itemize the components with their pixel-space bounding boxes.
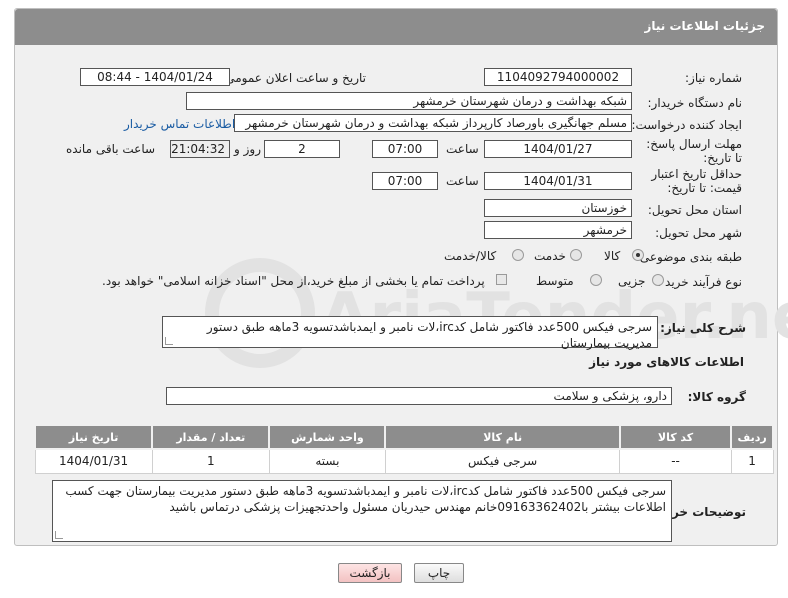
cell-qty: 1	[151, 448, 270, 474]
process-label: نوع فرآیند خرید :	[657, 275, 742, 289]
cell-code: --	[619, 448, 732, 474]
process-radio-medium[interactable]	[590, 274, 602, 286]
col-row: ردیف	[730, 424, 774, 450]
cell-row: 1	[730, 448, 774, 474]
days-label: روز و	[234, 142, 261, 156]
deadline-time-field[interactable]: 07:00	[372, 140, 438, 158]
deadline-date-field[interactable]: 1404/01/27	[484, 140, 632, 158]
category-radio-both[interactable]	[512, 249, 524, 261]
price-validity-label: حداقل تاریخ اعتبار قیمت: تا تاریخ:	[651, 167, 742, 195]
category-option-both: کالا/خدمت	[444, 249, 497, 263]
days-field[interactable]: 2	[264, 140, 340, 158]
price-validity-time-label: ساعت	[446, 174, 479, 188]
cell-unit: بسته	[268, 448, 386, 474]
creator-field[interactable]: مسلم جهانگیری باورصاد کارپرداز شبکه بهدا…	[234, 114, 632, 132]
category-label: طبقه بندی موضوعی:	[635, 250, 742, 264]
creator-label: ایجاد کننده درخواست:	[631, 118, 742, 132]
col-unit: واحد شمارش	[268, 424, 387, 450]
remaining-time-field: 21:04:32	[170, 140, 230, 158]
process-option-medium: متوسط	[536, 274, 574, 288]
resize-grip-icon[interactable]	[165, 337, 173, 345]
table-row[interactable]: 1 -- سرجی فیکس بسته 1 1404/01/31	[34, 448, 774, 474]
city-label: شهر محل تحویل:	[655, 226, 742, 240]
contact-buyer-link[interactable]: اطلاعات تماس خریدار	[124, 117, 235, 131]
resize-grip-icon[interactable]	[55, 531, 63, 539]
goods-group-label: گروه کالا:	[687, 390, 746, 404]
summary-text: سرجی فیکس 500عدد فاکتور شامل کدirc،لات ن…	[206, 320, 652, 350]
print-button[interactable]: چاپ	[414, 563, 464, 583]
col-qty: تعداد / مقدار	[151, 424, 271, 450]
price-validity-time-field[interactable]: 07:00	[372, 172, 438, 190]
category-radio-service[interactable]	[570, 249, 582, 261]
table-header-row: ردیف کد کالا نام کالا واحد شمارش تعداد /…	[33, 424, 774, 450]
goods-group-field[interactable]: دارو، پزشکی و سلامت	[166, 387, 672, 405]
need-number-label: شماره نیاز:	[685, 71, 742, 85]
cell-date: 1404/01/31	[34, 448, 153, 474]
col-name: نام کالا	[384, 424, 621, 450]
need-number-field[interactable]: 1104092794000002	[484, 68, 632, 86]
deadline-label: مهلت ارسال پاسخ: تا تاریخ:	[646, 137, 742, 165]
process-option-minor: جزیی	[618, 274, 646, 288]
summary-textarea[interactable]: سرجی فیکس 500عدد فاکتور شامل کدirc،لات ن…	[162, 316, 658, 350]
province-label: استان محل تحویل:	[647, 203, 742, 217]
goods-section-title: اطلاعات کالاهای مورد نیاز	[589, 355, 744, 369]
buyer-notes-textarea[interactable]: سرجی فیکس 500عدد فاکتور شامل کدirc،لات ن…	[52, 480, 672, 542]
goods-table: ردیف کد کالا نام کالا واحد شمارش تعداد /…	[33, 424, 774, 474]
city-field[interactable]: خرمشهر	[484, 221, 632, 239]
buyer-org-label: نام دستگاه خریدار:	[647, 96, 743, 110]
price-validity-date-field[interactable]: 1404/01/31	[484, 172, 632, 190]
remaining-label: ساعت باقی مانده	[66, 142, 156, 156]
buyer-org-field[interactable]: شبکه بهداشت و درمان شهرستان خرمشهر	[186, 92, 632, 110]
province-field[interactable]: خوزستان	[484, 199, 632, 217]
deadline-time-label: ساعت	[446, 142, 479, 156]
cell-name: سرجی فیکس	[384, 448, 621, 474]
announce-label: تاریخ و ساعت اعلان عمومی:	[221, 71, 366, 85]
summary-label: شرح کلی نیاز:	[660, 321, 746, 335]
page-title: جزئیات اطلاعات نیاز	[644, 19, 765, 33]
payment-checkbox[interactable]	[496, 274, 507, 285]
category-option-service: خدمت	[534, 249, 566, 263]
process-radio-minor[interactable]	[652, 274, 664, 286]
payment-note: پرداخت تمام یا بخشی از مبلغ خرید،از محل …	[102, 274, 485, 288]
category-radio-goods[interactable]	[632, 249, 644, 261]
back-button[interactable]: بازگشت	[338, 563, 402, 583]
col-code: کد کالا	[618, 424, 733, 450]
buyer-notes-text: سرجی فیکس 500عدد فاکتور شامل کدirc،لات ن…	[65, 484, 666, 514]
announce-field[interactable]: 1404/01/24 - 08:44	[80, 68, 230, 86]
panel-header: جزئیات اطلاعات نیاز	[15, 9, 777, 45]
col-date: تاریخ نیاز	[33, 424, 154, 450]
category-option-goods: کالا	[604, 249, 621, 263]
